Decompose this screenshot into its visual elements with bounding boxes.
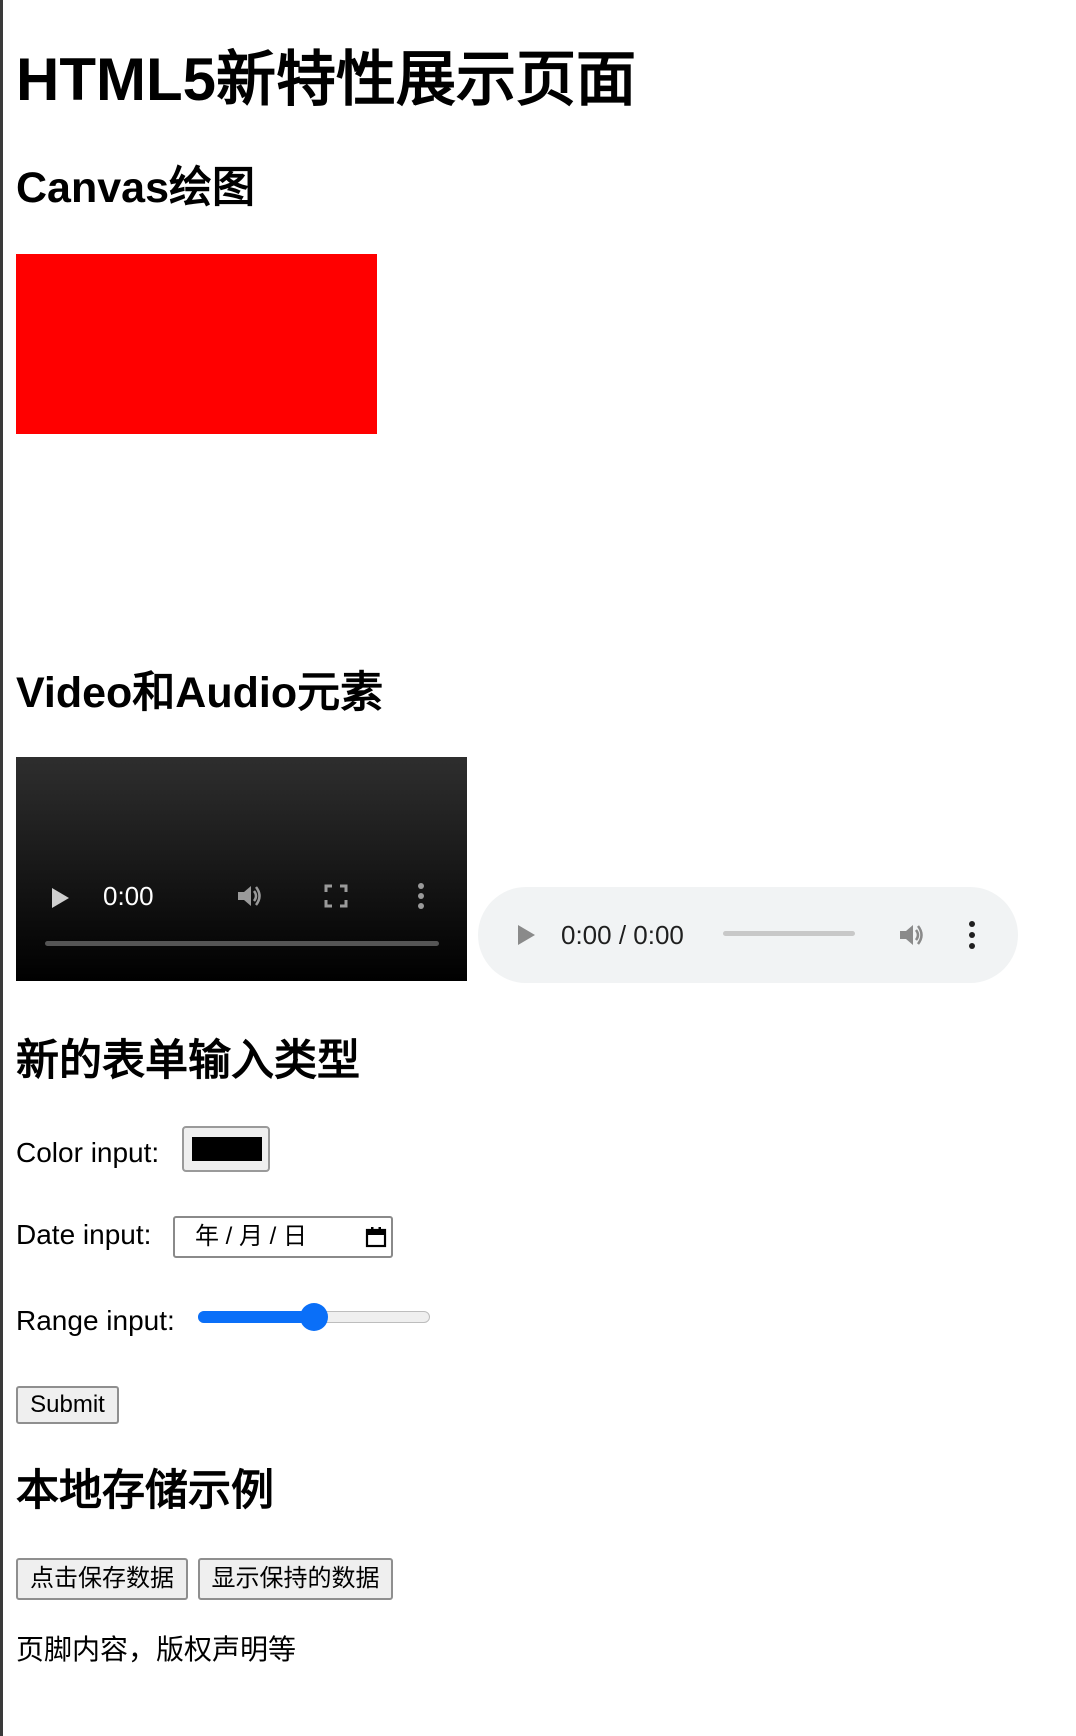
range-thumb[interactable] [300, 1303, 328, 1331]
video-progress-bar[interactable] [45, 941, 439, 946]
calendar-icon[interactable] [365, 1226, 387, 1248]
date-input[interactable]: 年 / 月 / 日 [173, 1216, 393, 1258]
show-data-button[interactable]: 显示保持的数据 [198, 1558, 393, 1600]
page-title: HTML5新特性展示页面 [16, 46, 636, 113]
footer-text: 页脚内容，版权声明等 [16, 1634, 297, 1665]
submit-button[interactable]: Submit [16, 1386, 119, 1424]
color-swatch [192, 1137, 262, 1161]
play-icon[interactable] [518, 925, 535, 945]
more-options-icon[interactable] [417, 883, 425, 909]
range-input-label: Range input: [16, 1305, 175, 1336]
color-input-label: Color input: [16, 1137, 160, 1168]
save-data-button[interactable]: 点击保存数据 [16, 1558, 188, 1600]
date-placeholder: 年 / 月 / 日 [195, 1223, 308, 1250]
audio-progress-bar[interactable] [723, 931, 855, 936]
volume-icon[interactable] [896, 920, 926, 950]
color-input[interactable] [182, 1126, 270, 1172]
play-icon[interactable] [52, 888, 69, 908]
window-left-border [0, 0, 3, 1736]
canvas-drawing [16, 254, 377, 434]
volume-icon[interactable] [234, 881, 264, 911]
audio-time: 0:00 / 0:00 [561, 920, 684, 950]
audio-player[interactable]: 0:00 / 0:00 [478, 887, 1018, 983]
range-input[interactable] [198, 1302, 430, 1332]
fullscreen-icon[interactable] [324, 884, 348, 908]
media-heading: Video和Audio元素 [16, 669, 384, 717]
range-fill [198, 1311, 314, 1323]
storage-heading: 本地存储示例 [16, 1467, 274, 1515]
more-options-icon[interactable] [968, 921, 976, 949]
date-input-label: Date input: [16, 1219, 152, 1250]
video-time: 0:00 [103, 881, 154, 911]
canvas-heading: Canvas绘图 [16, 164, 255, 212]
form-heading: 新的表单输入类型 [16, 1037, 360, 1085]
video-player[interactable]: 0:00 [16, 757, 467, 981]
